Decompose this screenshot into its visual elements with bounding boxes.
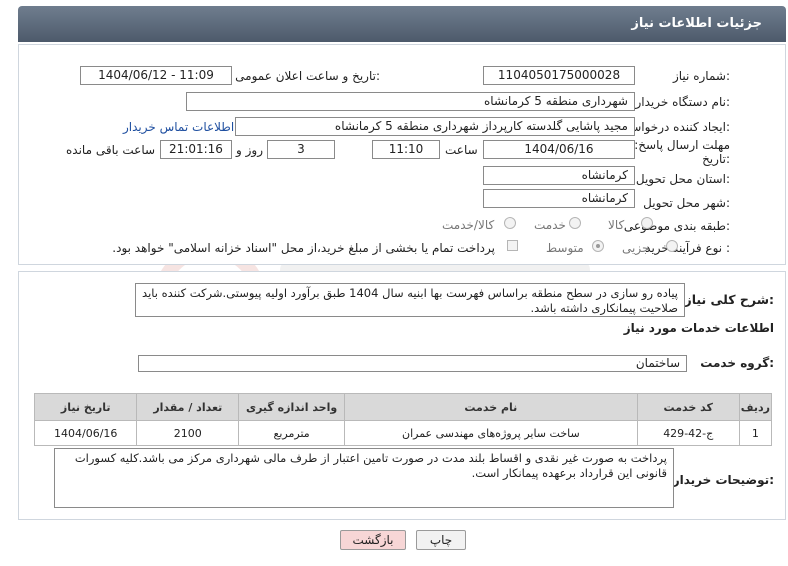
category-radio-goods[interactable] — [641, 217, 653, 229]
buyer-notes-label: توضیحات خریدار: — [672, 473, 774, 487]
process-type-label: نوع فرآیند خرید : — [645, 241, 730, 255]
service-group-field: ساختمان — [138, 355, 687, 372]
services-table-header: ردیف کد خدمت نام خدمت واحد اندازه گیری ت… — [33, 393, 773, 421]
category-label: طبقه بندی موضوعی: — [623, 219, 730, 233]
buyer-org-label: نام دستگاه خریدار: — [635, 95, 731, 109]
description-textarea[interactable]: پیاده رو سازی در سطح منطقه براساس فهرست … — [135, 283, 685, 317]
cell-unit: مترمربع — [238, 420, 346, 446]
announce-datetime-field: 1404/06/12 - 11:09 — [80, 66, 232, 85]
back-button[interactable]: بازگشت — [340, 530, 406, 550]
province-field: کرمانشاه — [483, 166, 635, 185]
need-number-field: 1104050175000028 — [483, 66, 635, 85]
col-unit-header: واحد اندازه گیری — [238, 393, 346, 421]
category-option-service: خدمت — [534, 218, 566, 232]
cell-quantity: 2100 — [136, 420, 240, 446]
category-radio-service[interactable] — [569, 217, 581, 229]
cell-code: ج-42-429 — [636, 420, 740, 446]
deadline-time-label: ساعت — [445, 143, 478, 157]
page-title: جزئیات اطلاعات نیاز — [631, 16, 762, 31]
remaining-days-field: 3 — [267, 140, 335, 159]
treasury-payment-text: پرداخت تمام یا بخشی از مبلغ خرید،از محل … — [112, 241, 495, 255]
col-row-header: ردیف — [738, 393, 773, 421]
service-group-label: گروه خدمت: — [700, 356, 774, 370]
description-label: شرح کلی نیاز: — [684, 292, 775, 307]
remaining-time-label: ساعت باقی مانده — [66, 143, 156, 157]
announce-datetime-label: تاریخ و ساعت اعلان عمومی: — [235, 69, 380, 83]
remaining-time-field: 21:01:16 — [160, 140, 232, 159]
process-option-medium: متوسط — [546, 241, 584, 255]
need-number-label: شماره نیاز: — [672, 69, 730, 83]
table-row: 1 ج-42-429 ساخت سایر پروژه‌های مهندسی عم… — [33, 420, 773, 446]
remaining-days-label: روز و — [236, 143, 263, 157]
deadline-date-label: تاریخ: — [702, 152, 730, 166]
buyer-org-field: شهرداری منطقه 5 کرمانشاه — [186, 92, 635, 111]
col-name-header: نام خدمت — [344, 393, 638, 421]
category-option-goods: کالا — [608, 218, 625, 232]
page-header: جزئیات اطلاعات نیاز — [18, 6, 786, 42]
process-option-minor: جزیی — [622, 241, 650, 255]
buyer-notes-textarea[interactable]: پرداخت به صورت غیر نقدی و اقساط بلند مدت… — [54, 448, 674, 508]
request-creator-label: ایجاد کننده درخواست: — [619, 120, 730, 134]
col-quantity-header: تعداد / مقدار — [136, 393, 240, 421]
city-field: کرمانشاه — [483, 189, 635, 208]
process-radio-minor[interactable] — [666, 240, 678, 252]
process-radio-medium[interactable] — [592, 240, 604, 252]
services-table: ردیف کد خدمت نام خدمت واحد اندازه گیری ت… — [33, 393, 773, 446]
print-button[interactable]: چاپ — [416, 530, 466, 550]
cell-row: 1 — [738, 420, 773, 446]
deadline-date-field: 1404/06/16 — [483, 140, 635, 159]
province-label: استان محل تحویل: — [635, 172, 730, 186]
category-radio-goods-service[interactable] — [504, 217, 516, 229]
col-code-header: کد خدمت — [636, 393, 740, 421]
request-creator-field: مجید پاشایی گلدسته کارپرداز شهرداری منطق… — [235, 117, 635, 136]
deadline-time-field: 11:10 — [372, 140, 440, 159]
services-section-title: اطلاعات خدمات مورد نیاز — [623, 321, 774, 335]
cell-date: 1404/06/16 — [33, 420, 138, 446]
city-label: شهر محل تحویل: — [643, 196, 730, 210]
col-date-header: تاریخ نیاز — [33, 393, 138, 421]
treasury-payment-checkbox[interactable] — [507, 240, 518, 251]
deadline-label: مهلت ارسال پاسخ: تا — [623, 138, 730, 152]
cell-name: ساخت سایر پروژه‌های مهندسی عمران — [344, 420, 638, 446]
buyer-contact-link[interactable]: اطلاعات تماس خریدار — [123, 120, 234, 134]
category-option-goods-service: کالا/خدمت — [442, 218, 495, 232]
